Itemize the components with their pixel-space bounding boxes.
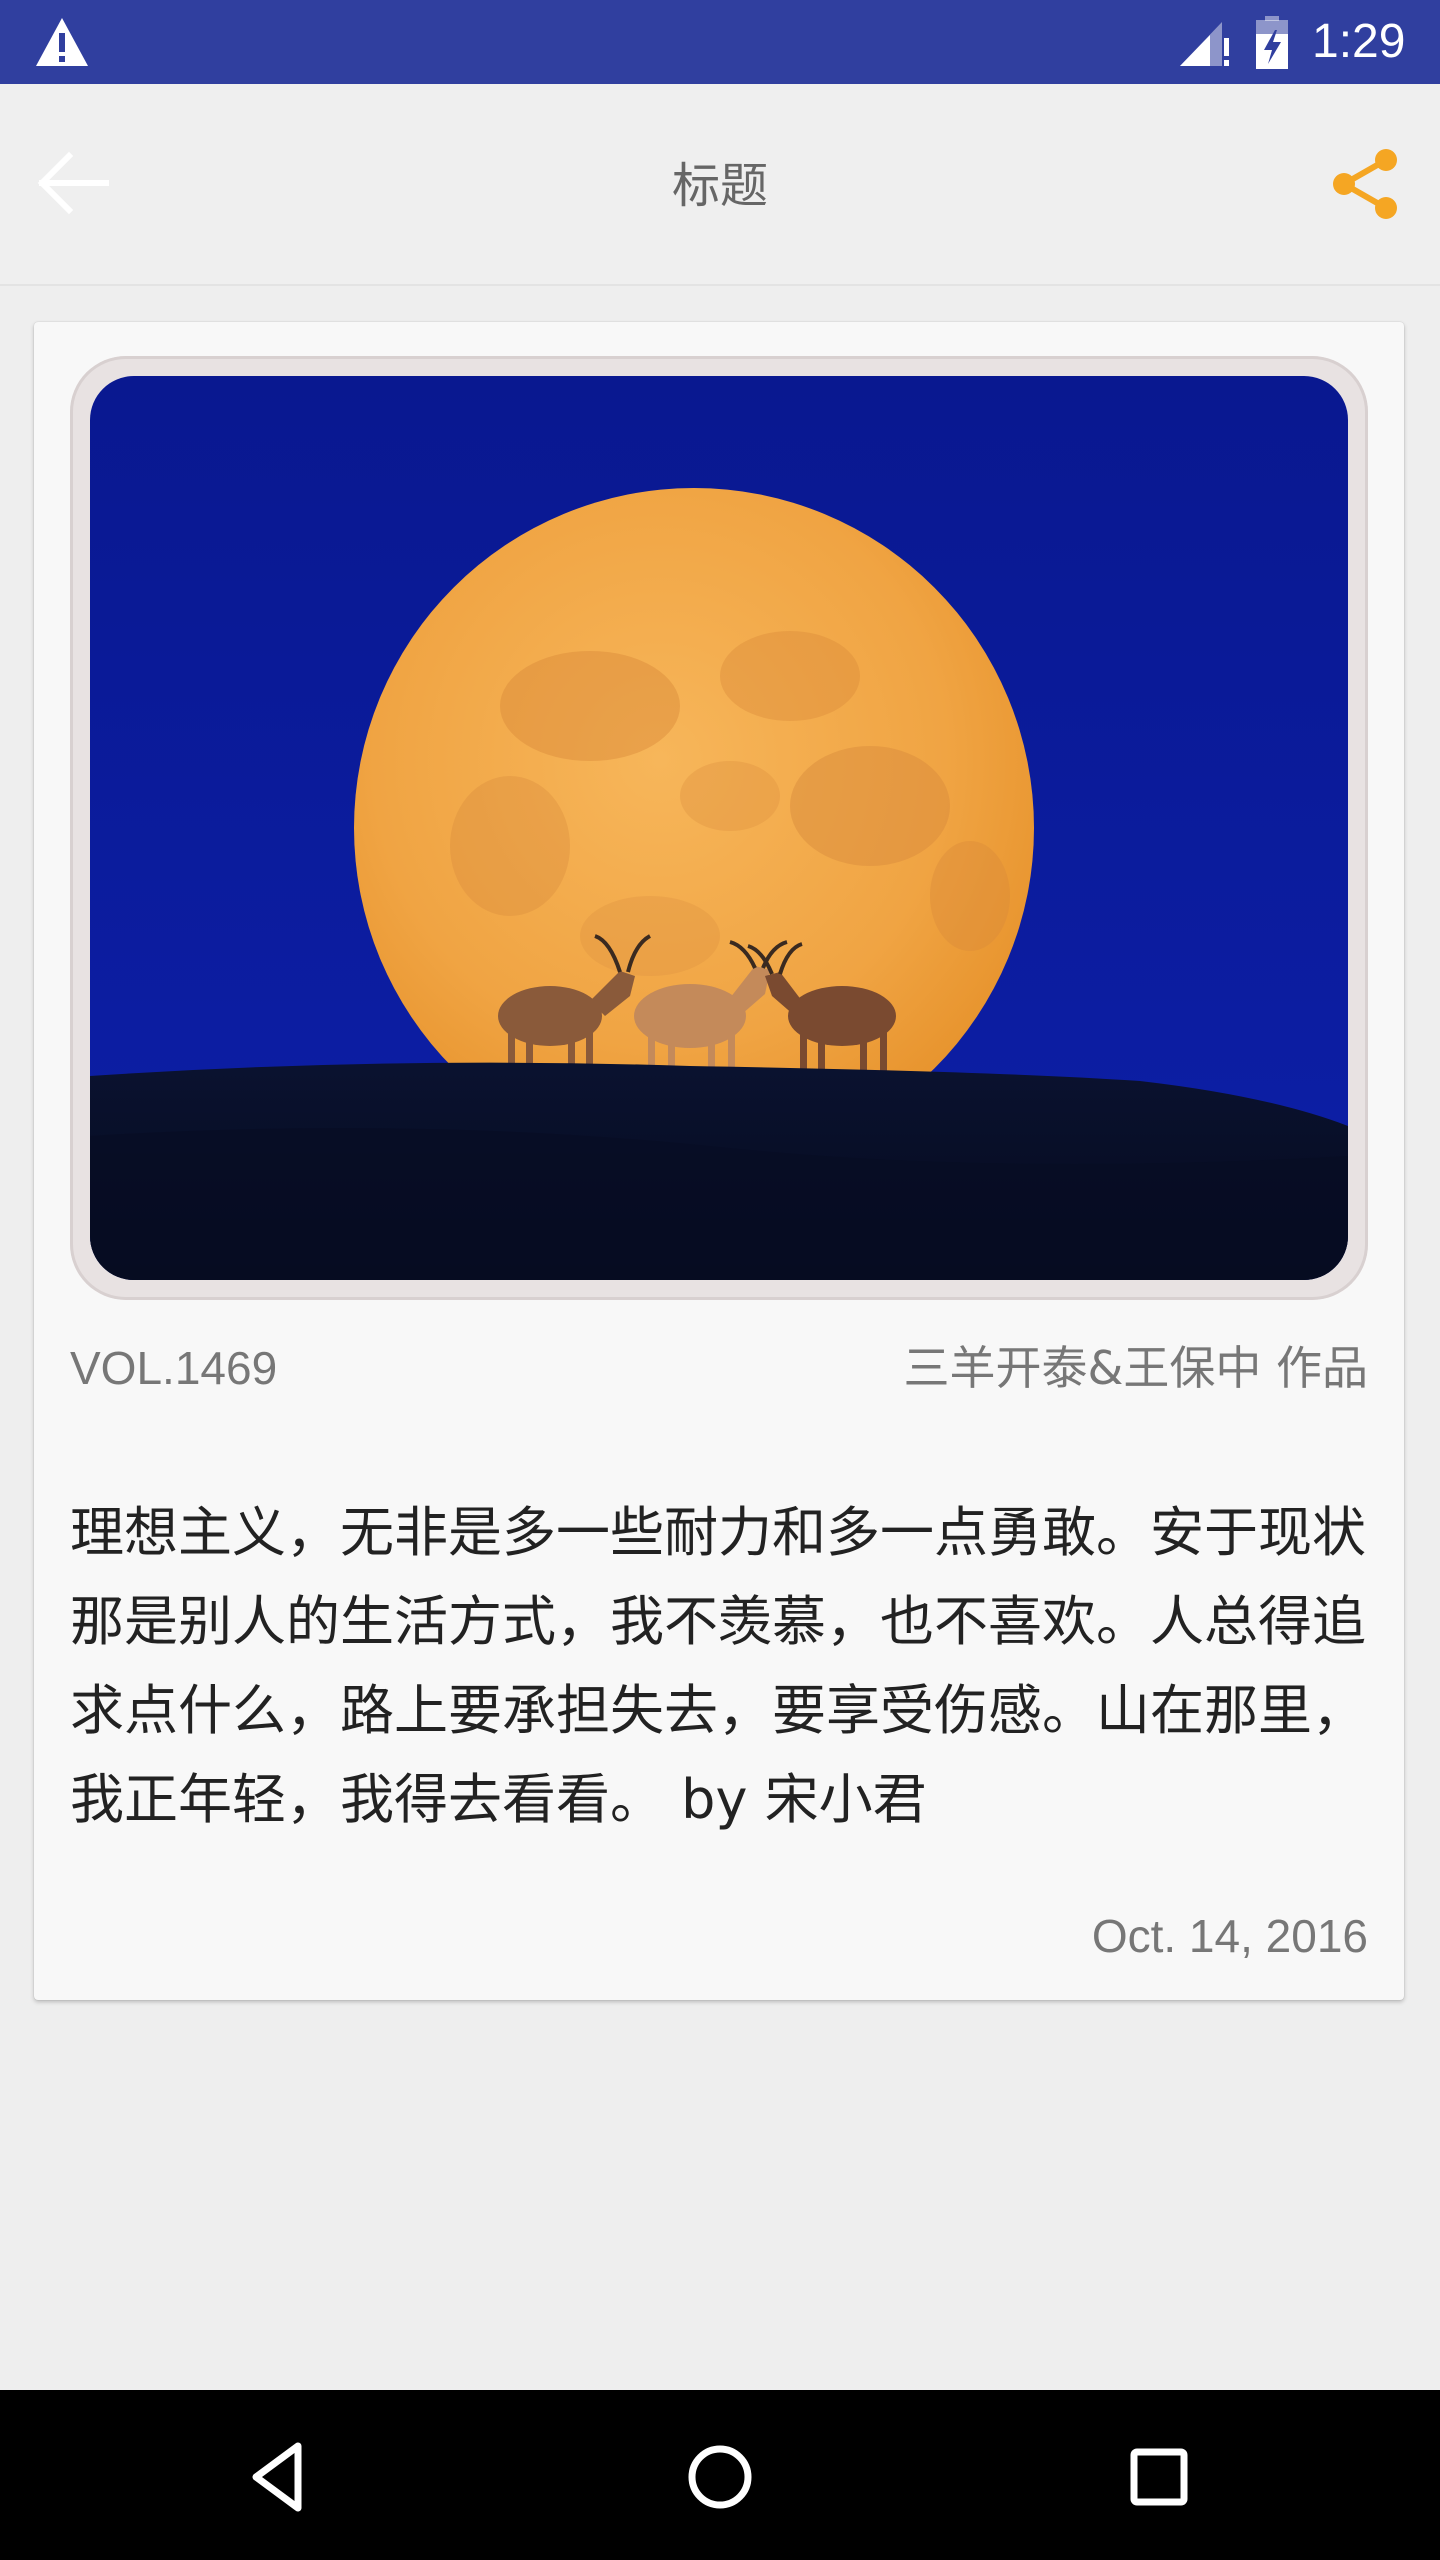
battery-charging-icon	[1256, 16, 1288, 69]
warning-icon	[36, 18, 88, 66]
signal-icon	[1180, 22, 1229, 66]
volume-number: VOL.1469	[70, 1342, 278, 1394]
share-icon[interactable]	[1328, 146, 1404, 222]
article-card: VOL.1469 三羊开泰&王保中 作品 理想主义，无非是多一些耐力和多一点勇敢…	[34, 322, 1404, 2000]
status-time: 1:29	[1312, 15, 1406, 68]
back-triangle-icon[interactable]	[236, 2432, 326, 2522]
cover-image[interactable]	[90, 376, 1348, 1280]
article-text: 理想主义，无非是多一些耐力和多一点勇敢。安于现状那是别人的生活方式，我不羡慕，也…	[70, 1501, 1366, 1831]
app-bar: 标题	[0, 84, 1440, 286]
recents-square-icon[interactable]	[1114, 2432, 1204, 2522]
home-circle-icon[interactable]	[675, 2432, 765, 2522]
navigation-bar	[0, 2390, 1440, 2560]
image-credit: 三羊开泰&王保中 作品	[903, 1341, 1369, 1395]
page-title: 标题	[671, 158, 768, 214]
status-bar: 1:29	[0, 0, 1440, 84]
image-frame	[70, 356, 1368, 1300]
publish-date: Oct. 14, 2016	[1091, 1910, 1368, 1962]
moon-goats-illustration	[90, 376, 1348, 1280]
